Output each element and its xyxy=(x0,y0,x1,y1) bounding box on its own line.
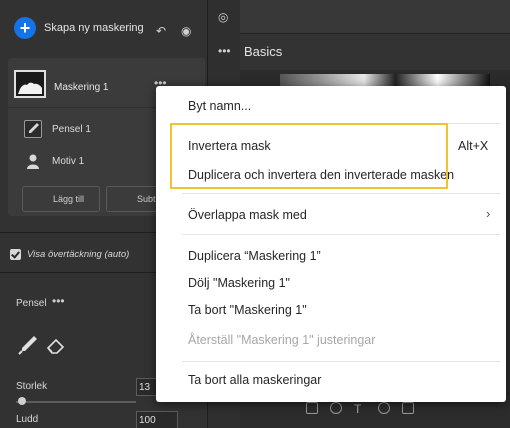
chevron-right-icon: › xyxy=(486,206,491,221)
create-mask-label[interactable]: Skapa ny maskering xyxy=(44,22,144,34)
radial-icon[interactable] xyxy=(378,402,390,414)
menu-separator xyxy=(182,193,500,194)
show-overlay-label[interactable]: Visa övertäckning (auto) xyxy=(27,249,129,260)
eye-icon[interactable]: ◉ xyxy=(181,24,191,38)
mask-label[interactable]: Maskering 1 xyxy=(54,82,108,93)
circles-icon[interactable]: ◎ xyxy=(218,10,228,24)
invert-mask-shortcut: Alt+X xyxy=(458,139,489,153)
person-icon xyxy=(24,152,42,170)
sub-item-label: Motiv 1 xyxy=(52,156,85,167)
add-button-label: Lägg till xyxy=(53,194,85,204)
size-label: Storlek xyxy=(16,381,48,392)
grid-icon[interactable] xyxy=(402,402,414,414)
circle-icon[interactable] xyxy=(330,402,342,414)
size-slider[interactable] xyxy=(16,401,136,403)
highlight-box xyxy=(170,123,448,189)
add-button[interactable]: Lägg till xyxy=(22,186,100,212)
menu-separator xyxy=(182,361,500,362)
brush-options-icon[interactable]: ••• xyxy=(52,294,65,308)
text-icon[interactable]: T xyxy=(354,402,366,416)
panel-title[interactable]: Basics xyxy=(244,44,282,59)
plus-icon[interactable]: + xyxy=(14,17,36,39)
menu-item-duplicate[interactable]: Duplicera “Maskering 1” xyxy=(188,249,321,263)
create-mask-row[interactable]: + Skapa ny maskering xyxy=(0,0,208,56)
sub-item-label: Pensel 1 xyxy=(52,124,91,135)
menu-separator xyxy=(182,234,500,235)
menu-item-hide[interactable]: Dölj "Maskering 1" xyxy=(188,276,290,290)
menu-item-delete[interactable]: Ta bort "Maskering 1" xyxy=(188,303,307,317)
image-icon[interactable] xyxy=(306,402,318,414)
menu-item-overlap-mask[interactable]: Överlappa mask med xyxy=(188,208,307,222)
undo-icon[interactable]: ↶ xyxy=(156,24,166,38)
size-slider-thumb[interactable] xyxy=(18,397,26,405)
feather-input[interactable]: 100 xyxy=(136,411,178,428)
menu-item-reset-adjustments: Återställ "Maskering 1" justeringar xyxy=(188,333,376,347)
eraser-icon[interactable] xyxy=(44,333,68,357)
brush-tool-icon[interactable] xyxy=(16,333,40,357)
show-overlay-checkbox[interactable] xyxy=(10,248,21,260)
mask-thumbnail[interactable] xyxy=(14,70,46,98)
menu-item-rename[interactable]: Byt namn... xyxy=(188,99,251,113)
context-menu: Byt namn... Invertera mask Alt+X Duplice… xyxy=(156,86,506,402)
brush-icon xyxy=(24,120,42,138)
right-top-bar xyxy=(240,0,510,34)
bottom-toolbar: T xyxy=(300,402,500,420)
feather-label: Ludd xyxy=(16,414,39,425)
brush-section-label: Pensel xyxy=(16,298,47,309)
menu-item-delete-all[interactable]: Ta bort alla maskeringar xyxy=(188,373,321,387)
more-options-icon[interactable]: ••• xyxy=(218,44,231,58)
